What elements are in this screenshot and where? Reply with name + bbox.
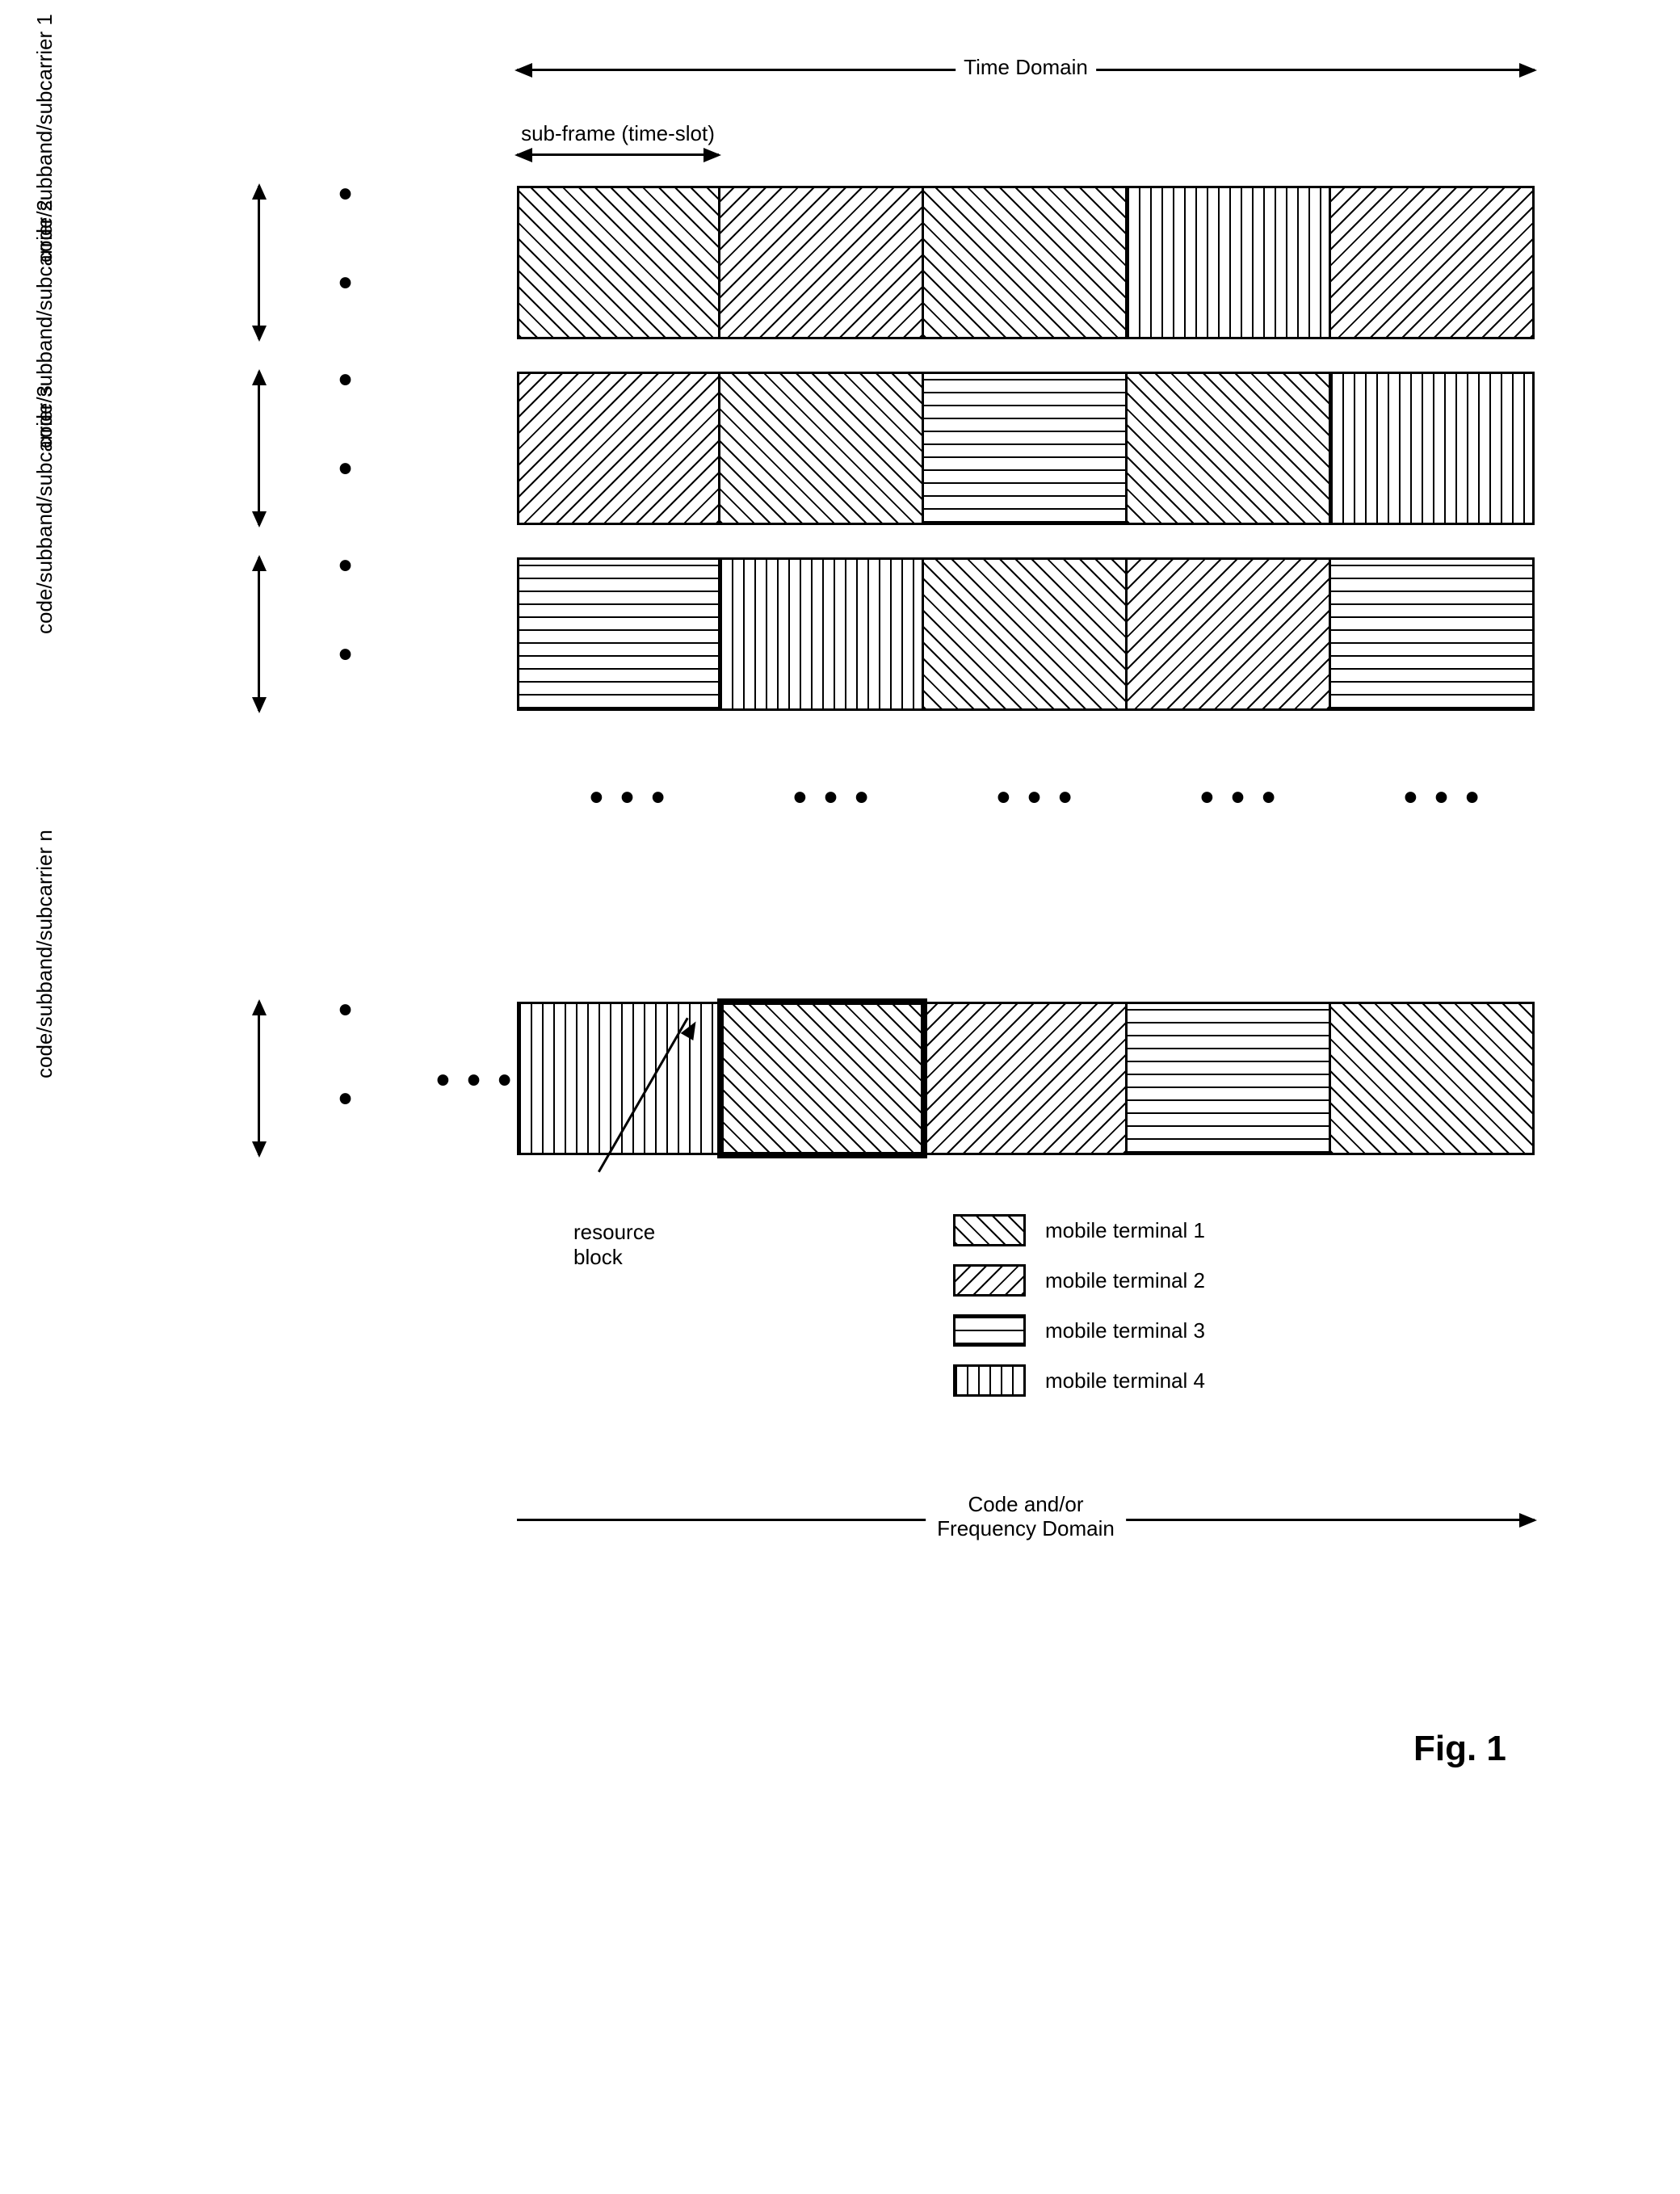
arrowhead-up-icon xyxy=(252,555,267,571)
figure-label: Fig. 1 xyxy=(1413,1729,1506,1769)
arrowhead-left-icon xyxy=(514,63,532,78)
horizontal-dots-icon: • • • xyxy=(436,1058,514,1103)
arrowhead-down-icon xyxy=(252,697,267,713)
row-n-extent xyxy=(242,1002,275,1155)
vertical-dots-icon: • • xyxy=(323,544,368,678)
resource-block xyxy=(720,186,924,339)
row-3-extent xyxy=(242,557,275,711)
legend-item-2: mobile terminal 2 xyxy=(953,1257,1276,1304)
arrowhead-right-icon xyxy=(1519,63,1537,78)
row-1-blocks xyxy=(517,186,1535,339)
horizontal-dots-icon: • • • xyxy=(1404,775,1482,820)
subframe-line xyxy=(517,153,719,156)
vertical-dots-icon: • • xyxy=(323,173,368,306)
freq-label-line2: Frequency Domain xyxy=(937,1516,1115,1540)
carrier-row-1: code/subband/subcarrier 1 • • xyxy=(81,186,1535,339)
row-2-extent xyxy=(242,372,275,525)
arrowhead-up-icon xyxy=(252,183,267,200)
horizontal-dots-icon: • • • xyxy=(1200,775,1279,820)
row-n-blocks xyxy=(517,1002,1535,1155)
legend-item-3: mobile terminal 3 xyxy=(953,1307,1276,1354)
row-1-extent xyxy=(242,186,275,339)
horizontal-dots-icon: • • • xyxy=(793,775,872,820)
arrowhead-right-icon xyxy=(1519,1513,1537,1528)
resource-block xyxy=(1128,186,1331,339)
resource-block xyxy=(924,372,1128,525)
horizontal-dots-icon: • • • xyxy=(997,775,1075,820)
arrowhead-right-icon xyxy=(704,148,721,162)
legend-item-1: mobile terminal 1 xyxy=(953,1207,1276,1254)
swatch-mt4 xyxy=(953,1364,1026,1397)
arrowhead-up-icon xyxy=(252,369,267,385)
freq-domain-label: Code and/or Frequency Domain xyxy=(926,1493,1126,1541)
resource-block xyxy=(1331,186,1535,339)
resource-block xyxy=(1331,372,1535,525)
time-domain-axis: Time Domain xyxy=(517,32,1535,89)
legend-label-2: mobile terminal 2 xyxy=(1045,1268,1205,1293)
carrier-row-3: code/subband/subcarrier 3 • • xyxy=(81,557,1535,711)
resource-block xyxy=(720,557,924,711)
legend-label-4: mobile terminal 4 xyxy=(1045,1368,1205,1393)
legend: mobile terminal 1 mobile terminal 2 mobi… xyxy=(953,1204,1276,1407)
resource-block xyxy=(517,186,720,339)
subframe-span: sub-frame (time-slot) xyxy=(517,121,719,160)
subframe-label: sub-frame (time-slot) xyxy=(518,121,718,146)
arrowhead-down-icon xyxy=(252,1141,267,1158)
legend-label-3: mobile terminal 3 xyxy=(1045,1318,1205,1343)
resource-block xyxy=(1128,372,1331,525)
resource-block-label: resource block xyxy=(573,1220,655,1270)
resource-block xyxy=(1331,1002,1535,1155)
resource-block xyxy=(924,1002,1128,1155)
carrier-row-2: code/subband/subcarrier 2 • • xyxy=(81,372,1535,525)
resource-block xyxy=(924,186,1128,339)
freq-domain-axis: Code and/or Frequency Domain xyxy=(517,1470,1535,1551)
horizontal-dots-icon: • • • xyxy=(590,775,668,820)
resource-block xyxy=(1331,557,1535,711)
row-n-label: code/subband/subcarrier n xyxy=(32,925,186,1078)
row-2-blocks xyxy=(517,372,1535,525)
vertical-dots-icon: • • xyxy=(323,359,368,492)
row-3-blocks xyxy=(517,557,1535,711)
freq-label-line1: Code and/or xyxy=(968,1492,1083,1516)
arrowhead-up-icon xyxy=(252,999,267,1015)
resource-block-highlighted xyxy=(720,1002,924,1155)
swatch-mt1 xyxy=(953,1214,1026,1246)
resource-block xyxy=(517,557,720,711)
time-domain-label: Time Domain xyxy=(956,55,1096,80)
resource-block xyxy=(1128,1002,1331,1155)
swatch-mt2 xyxy=(953,1264,1026,1297)
resource-block xyxy=(720,372,924,525)
row-3-label: code/subband/subcarrier 3 xyxy=(32,481,186,634)
arrowhead-down-icon xyxy=(252,326,267,342)
resource-block xyxy=(1128,557,1331,711)
carrier-row-n: code/subband/subcarrier n • • • • • xyxy=(81,1002,1535,1155)
legend-item-4: mobile terminal 4 xyxy=(953,1357,1276,1404)
figure-1: Time Domain sub-frame (time-slot) code/s… xyxy=(81,32,1599,2036)
vertical-dots-icon: • • xyxy=(323,989,368,1122)
arrowhead-down-icon xyxy=(252,511,267,527)
legend-label-1: mobile terminal 1 xyxy=(1045,1218,1205,1243)
swatch-mt3 xyxy=(953,1314,1026,1347)
arrowhead-left-icon xyxy=(514,148,532,162)
resource-block xyxy=(924,557,1128,711)
resource-block xyxy=(517,372,720,525)
